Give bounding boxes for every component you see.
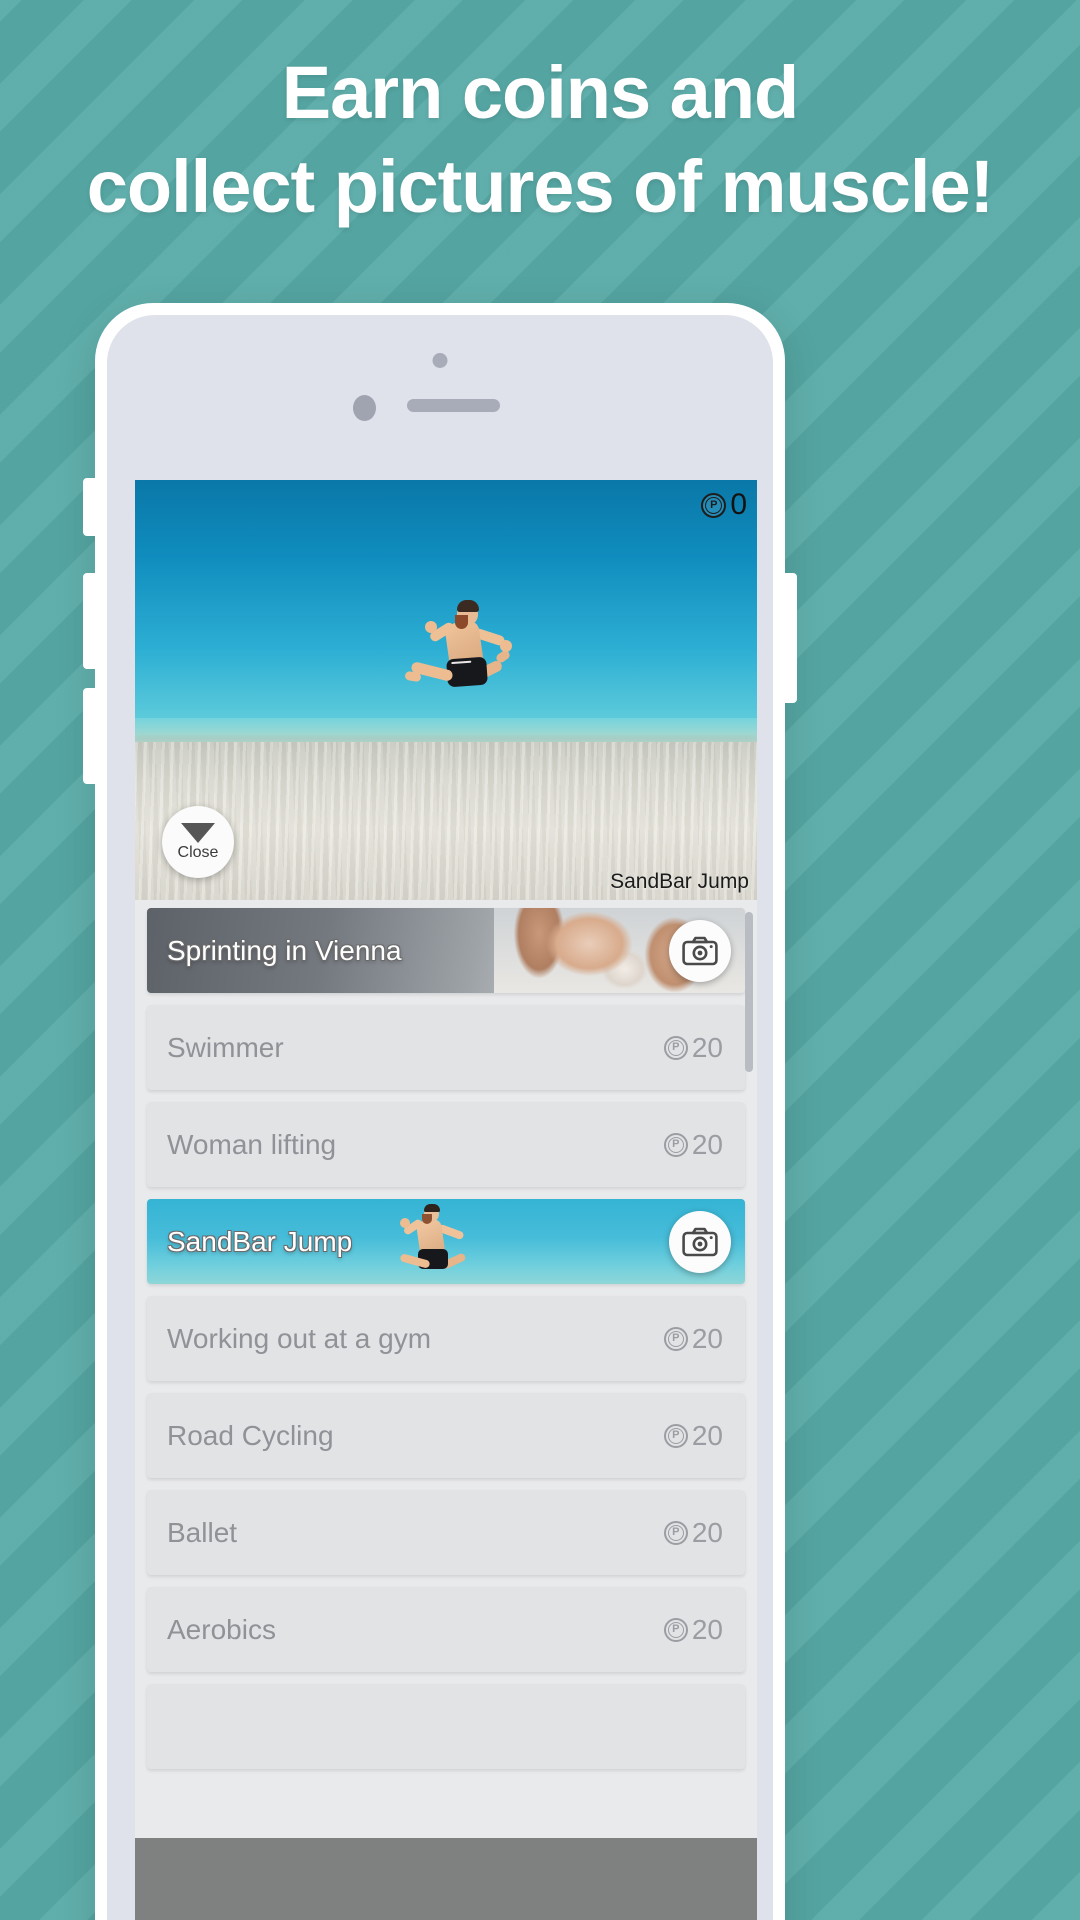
price-value: 20 [691, 1613, 723, 1645]
list-item[interactable]: Ballet P 20 [147, 1490, 745, 1575]
list-item[interactable]: SandBar Jump [147, 1199, 745, 1284]
list-item-price: P 20 [663, 1031, 723, 1064]
list-item-label: Working out at a gym [167, 1322, 432, 1354]
list-item-label: Swimmer [167, 1031, 284, 1063]
shorts [446, 656, 488, 688]
coin-symbol: P [672, 1332, 680, 1344]
left-fist [400, 1218, 410, 1228]
list-item[interactable]: Working out at a gym P 20 [147, 1296, 745, 1381]
coin-p-icon: P [663, 1132, 688, 1157]
phone-mockup: P 0 Close SandBar Jump Sprinting in Vien… [83, 303, 797, 1920]
jumping-man-figure [403, 600, 513, 710]
price-value: 20 [691, 1031, 723, 1063]
camera-icon-button[interactable] [669, 1210, 731, 1273]
coin-p-icon: P [701, 492, 727, 518]
list-item-label: Woman lifting [167, 1128, 337, 1160]
coin-p-icon: P [663, 1423, 688, 1448]
list-item-label: Aerobics [167, 1613, 276, 1645]
list-item[interactable]: Aerobics P 20 [147, 1587, 745, 1672]
beard [455, 615, 468, 629]
camera-icon [682, 936, 718, 965]
list-item-price: P 20 [663, 1419, 723, 1452]
list-item-price: P 20 [663, 1516, 723, 1549]
list-item[interactable] [147, 1684, 745, 1769]
proximity-sensor-icon [353, 395, 376, 421]
price-value: 20 [691, 1322, 723, 1354]
price-value: 20 [691, 1128, 723, 1160]
headline-line-1: Earn coins and [281, 51, 799, 134]
vertical-scrollbar[interactable] [745, 912, 753, 1072]
right-fist [500, 640, 512, 652]
coin-p-icon: P [663, 1617, 688, 1642]
list-item[interactable]: Woman lifting P 20 [147, 1102, 745, 1187]
close-button-label: Close [177, 843, 219, 861]
coin-symbol: P [672, 1138, 680, 1150]
coin-p-icon: P [663, 1326, 688, 1351]
phone-body: P 0 Close SandBar Jump Sprinting in Vien… [107, 315, 773, 1920]
triangle-down-icon [181, 822, 215, 843]
ad-banner[interactable] [135, 1838, 757, 1920]
coin-p-icon: P [663, 1520, 688, 1545]
photo-list: Sprinting in Vienna Swimmer P 20 Woman l… [135, 900, 757, 1920]
earpiece-speaker-icon [407, 399, 500, 412]
left-fist [425, 621, 437, 633]
hero-caption: SandBar Jump [610, 870, 749, 893]
front-foot [404, 670, 422, 683]
mini-jumping-man-figure [399, 1203, 472, 1277]
photo-list-items: Sprinting in Vienna Swimmer P 20 Woman l… [147, 908, 745, 1769]
hero-photo-viewer[interactable]: P 0 Close SandBar Jump [135, 480, 757, 900]
volume-up-button[interactable] [83, 573, 97, 669]
price-value: 20 [691, 1419, 723, 1451]
power-button[interactable] [783, 573, 797, 703]
page-title: Earn coins and collect pictures of muscl… [0, 46, 1080, 234]
list-item-label: Ballet [167, 1516, 238, 1548]
front-camera-icon [432, 353, 448, 368]
list-item[interactable]: Road Cycling P 20 [147, 1393, 745, 1478]
camera-icon-button[interactable] [669, 919, 731, 982]
camera-icon [682, 1227, 718, 1256]
coin-p-icon: P [663, 1035, 688, 1060]
list-item-price: P 20 [663, 1613, 723, 1646]
coin-count: 0 [730, 488, 747, 521]
coin-symbol: P [672, 1041, 680, 1053]
list-item-price: P 20 [663, 1322, 723, 1355]
list-item[interactable]: Sprinting in Vienna [147, 908, 745, 993]
volume-down-button[interactable] [83, 688, 97, 784]
promo-screenshot: Earn coins and collect pictures of muscl… [0, 0, 1080, 1920]
coin-symbol: P [672, 1526, 680, 1538]
beard [422, 1214, 432, 1224]
hair [424, 1204, 440, 1212]
list-item-label: Road Cycling [167, 1419, 334, 1451]
list-item-label: SandBar Jump [167, 1225, 353, 1257]
list-item[interactable]: Swimmer P 20 [147, 1005, 745, 1090]
coin-symbol: P [672, 1623, 680, 1635]
coin-symbol: P [710, 498, 718, 511]
list-item-label: Sprinting in Vienna [167, 934, 402, 966]
headline-line-2: collect pictures of muscle! [86, 145, 995, 228]
list-item-price: P 20 [663, 1128, 723, 1161]
coin-symbol: P [672, 1429, 680, 1441]
mute-switch[interactable] [83, 478, 97, 536]
phone-screen: P 0 Close SandBar Jump Sprinting in Vien… [135, 480, 757, 1920]
price-value: 20 [691, 1516, 723, 1548]
coin-balance: P 0 [701, 490, 747, 520]
close-button[interactable]: Close [162, 806, 234, 878]
hair [457, 600, 479, 612]
